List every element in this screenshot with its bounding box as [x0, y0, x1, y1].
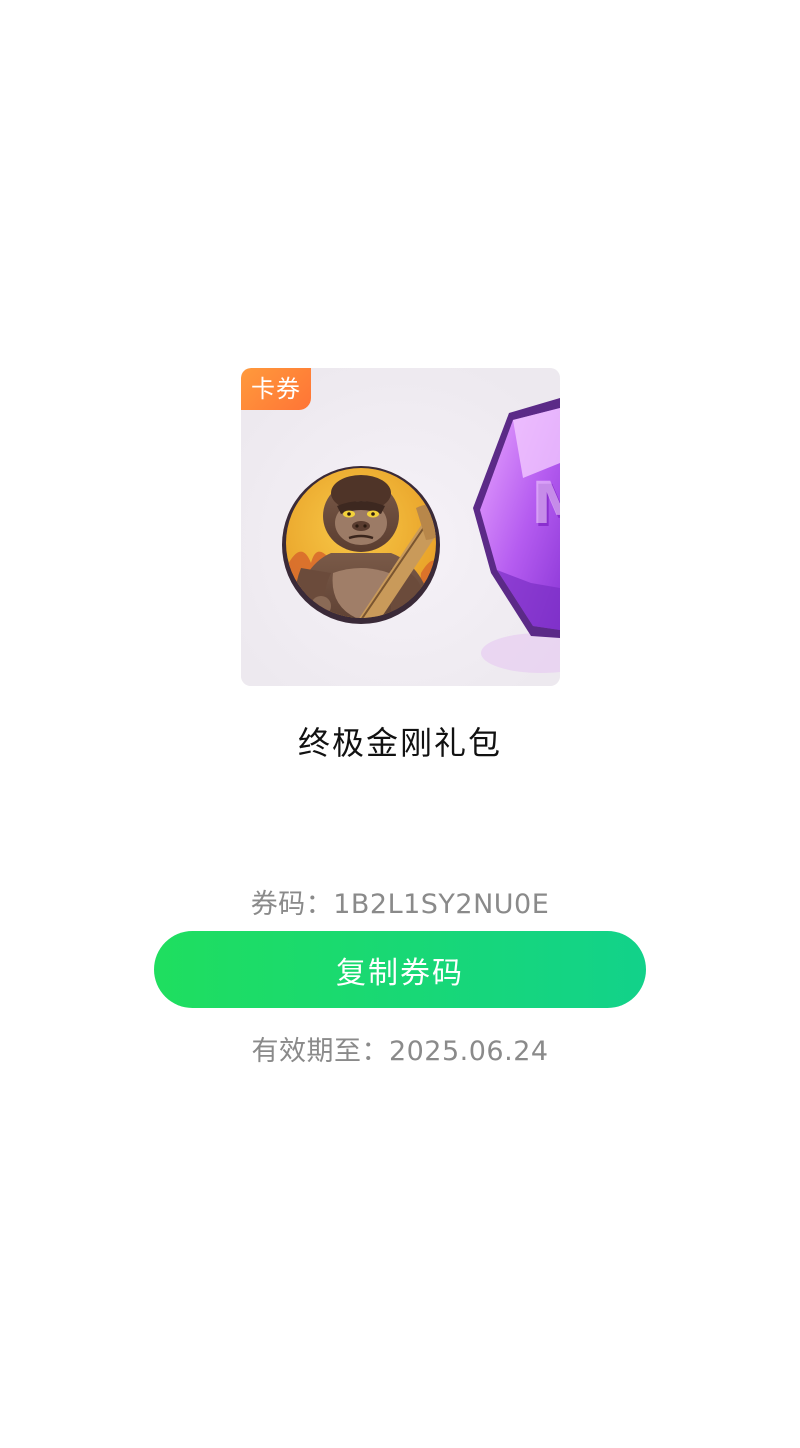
expiry-label: 有效期至：	[251, 1036, 389, 1067]
copy-code-button[interactable]: 复制券码	[154, 931, 646, 1008]
expiry-date: 2025.06.24	[388, 1036, 549, 1067]
gift-title: 终极金刚礼包	[297, 724, 502, 762]
expiry-row: 有效期至：2025.06.24	[0, 1029, 800, 1068]
coupon-type-badge: 卡券	[241, 368, 311, 410]
coupon-detail-page: M M	[0, 0, 800, 1448]
coupon-code-value: 1B2L1SY2NU0E	[333, 889, 550, 920]
gift-art: M M	[241, 368, 560, 686]
svg-text:M: M	[531, 469, 560, 537]
coupon-code-row: 券码：1B2L1SY2NU0E	[0, 882, 800, 921]
gift-card-image: M M	[241, 368, 560, 686]
coupon-code-label: 券码：	[250, 889, 334, 920]
